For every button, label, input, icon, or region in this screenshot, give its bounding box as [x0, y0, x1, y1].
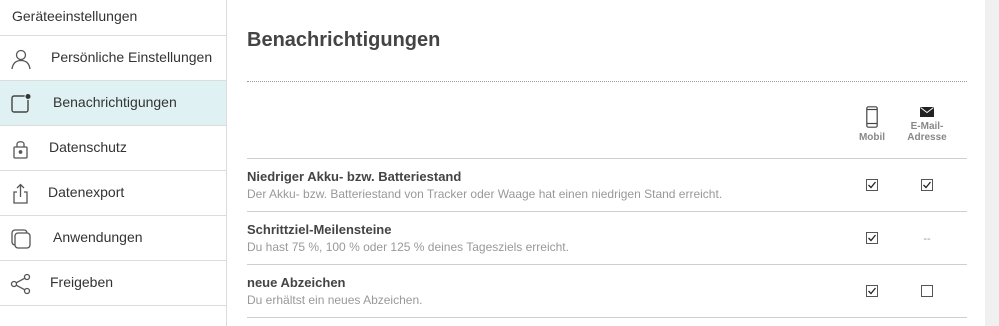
mobile-checkbox[interactable]: [866, 285, 878, 297]
page-title: Benachrichtigungen: [247, 29, 441, 51]
row-title: Niedriger Akku- bzw. Batteriestand: [247, 169, 462, 184]
apps-icon: [10, 228, 32, 250]
sidebar: Geräteeinstellungen Persönliche Einstell…: [0, 0, 227, 326]
sidebar-item-label: Persönliche Einstellungen: [51, 49, 213, 65]
sidebar-item-label: Datenexport: [48, 184, 125, 200]
notification-icon: [10, 93, 32, 115]
sidebar-item-label: Anwendungen: [53, 229, 143, 245]
column-header-email: E-Mail- Adresse: [897, 107, 957, 143]
row-title: neue Abzeichen: [247, 275, 346, 290]
divider: [247, 264, 967, 265]
email-checkbox[interactable]: [921, 285, 933, 297]
sidebar-item-persoenliche-einstellungen[interactable]: Persönliche Einstellungen: [0, 36, 226, 81]
checkmark-icon: [868, 287, 877, 295]
envelope-icon: [920, 107, 934, 117]
sidebar-item-label: Benachrichtigungen: [53, 94, 177, 110]
row-description: Du erhältst ein neues Abzeichen.: [247, 293, 423, 307]
column-label-mobile: Mobil: [858, 132, 886, 143]
email-checkbox[interactable]: [921, 179, 933, 191]
sidebar-header: Geräteeinstellungen: [0, 0, 226, 36]
phone-icon: [866, 106, 878, 128]
email-unavailable: --: [923, 233, 931, 245]
sidebar-item-freigeben[interactable]: Freigeben: [0, 261, 226, 306]
row-description: Du hast 75 %, 100 % oder 125 % deines Ta…: [247, 240, 569, 254]
share-icon: [10, 273, 32, 295]
sidebar-item-datenexport[interactable]: Datenexport: [0, 171, 226, 216]
sidebar-item-benachrichtigungen[interactable]: Benachrichtigungen: [0, 81, 226, 126]
divider: [247, 317, 967, 318]
notifications-panel: Benachrichtigungen Mobil E-Mail- Adresse…: [227, 0, 985, 326]
lock-icon: [10, 138, 32, 160]
mobile-checkbox[interactable]: [866, 232, 878, 244]
checkmark-icon: [868, 181, 877, 189]
checkmark-icon: [868, 234, 877, 242]
divider: [247, 81, 967, 82]
divider: [247, 158, 967, 159]
checkmark-icon: [923, 181, 932, 189]
export-icon: [10, 183, 32, 205]
column-header-mobile: Mobil: [842, 106, 902, 143]
mobile-checkbox[interactable]: [866, 179, 878, 191]
sidebar-item-label: Datenschutz: [49, 139, 127, 155]
sidebar-item-label: Freigeben: [50, 274, 114, 290]
sidebar-item-datenschutz[interactable]: Datenschutz: [0, 126, 226, 171]
row-title: Schrittziel-Meilensteine: [247, 222, 392, 237]
row-description: Der Akku- bzw. Batteriestand von Tracker…: [247, 187, 723, 201]
divider: [247, 211, 967, 212]
column-label-email-line2: Adresse: [907, 132, 947, 143]
person-icon: [10, 48, 32, 70]
column-label-email-line1: E-Mail-: [910, 121, 944, 132]
sidebar-item-anwendungen[interactable]: Anwendungen: [0, 216, 226, 261]
